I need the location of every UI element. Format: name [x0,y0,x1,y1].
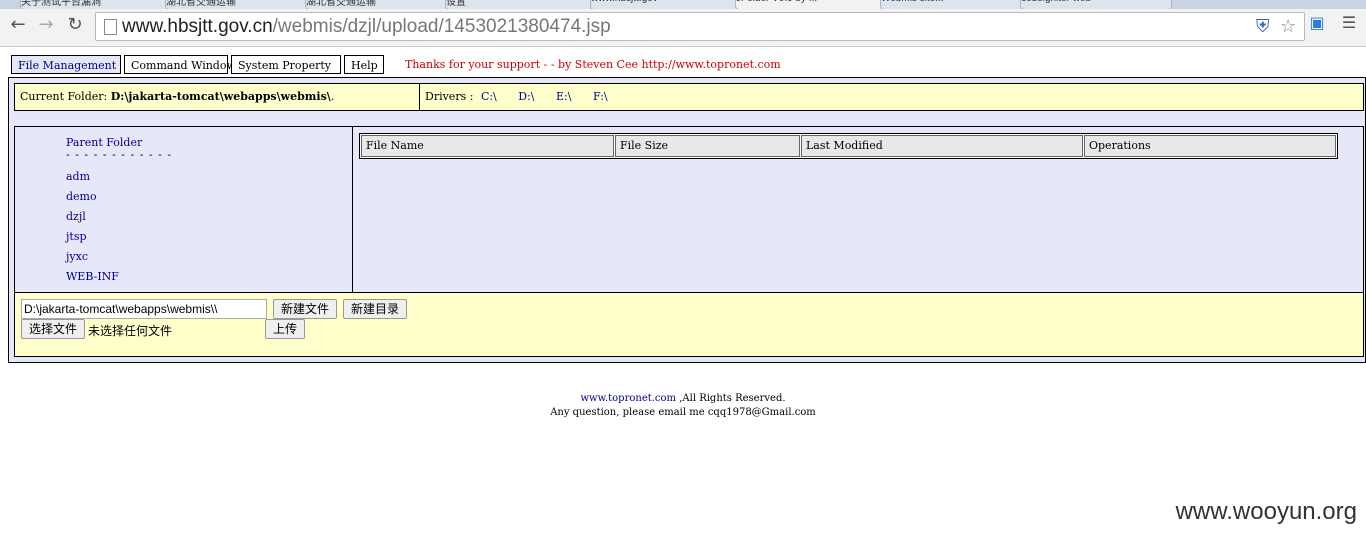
menu-help[interactable]: Help [344,55,384,74]
menu-icon[interactable]: ☰ [1339,13,1359,33]
footer-email: Any question, please email me cqq1978@Gm… [550,407,816,418]
menu-command-window-label: Command Window [131,59,236,72]
page-icon [104,19,117,35]
url-host: www.hbsjtt.gov.cn [122,16,273,37]
drive-d-link[interactable]: D:\ [518,90,534,103]
folder-link[interactable]: jyxc [66,250,88,263]
drivers-label: Drivers : [425,90,474,103]
reload-icon[interactable]: ↻ [63,13,87,37]
folder-link[interactable]: dzjl [66,210,86,223]
address-bar[interactable]: www.hbsjtt.gov.cn/webmis/dzjl/upload/145… [95,12,1305,41]
info-bar: Current Folder: D:\jakarta-tomcat\webapp… [14,83,1364,111]
choose-file-button[interactable]: 选择文件 [21,319,85,339]
forward-icon[interactable]: → [34,13,58,37]
menu-system-property[interactable]: System Property [231,55,341,74]
browser-tab[interactable]: 设置 [445,0,597,9]
drive-e-link[interactable]: E:\ [556,90,571,103]
file-table-header: File Name File Size Last Modified Operat… [359,133,1338,159]
footer-rights: www.topronet.com ,All Rights Reserved. [0,393,1366,404]
watermark: www.wooyun.org [1175,498,1357,525]
browser-tab[interactable]: 关于测试平台漏洞 [20,0,172,9]
address-url[interactable]: www.hbsjtt.gov.cn/webmis/dzjl/upload/145… [122,16,611,38]
drivers: Drivers : C:\ D:\ E:\ F:\ [421,84,608,110]
menu-file-management-label: File Management [18,59,117,72]
folder-tree: Parent Folder - - - - - - - - - - - - ad… [15,127,353,292]
column-file-name: File Name [361,135,614,157]
browser-tab[interactable]: www.hbsjtt.gov [590,0,742,9]
browser-chrome: 关于测试平台漏洞 湖北省交通运输 湖北省交通运输 设置 www.hbsjtt.g… [0,0,1366,47]
browser-tab[interactable]: Webmis site:.. [880,0,1032,9]
footer-rights-text: ,All Rights Reserved. [676,393,786,404]
current-folder-label: Current Folder: [20,90,108,103]
column-operations: Operations [1084,135,1336,157]
folder-link[interactable]: jtsp [66,230,87,243]
new-directory-button[interactable]: 新建目录 [343,299,407,319]
new-file-button[interactable]: 新建文件 [273,299,337,319]
file-operations-form: 新建文件 新建目录 选择文件 未选择任何文件 上传 [15,292,1363,356]
file-browser: Parent Folder - - - - - - - - - - - - ad… [14,126,1364,357]
menu-help-label: Help [351,59,378,72]
drive-c-link[interactable]: C:\ [481,90,497,103]
browser-tab[interactable]: 湖北省交通运输 [165,0,317,9]
browser-tab[interactable]: 湖北省交通运输 [305,0,457,9]
no-file-chosen-text: 未选择任何文件 [88,324,173,338]
menu-file-management[interactable]: File Management [11,55,121,74]
translate-icon[interactable]: ▣ [1307,13,1327,33]
drive-f-link[interactable]: F:\ [593,90,608,103]
thanks-text[interactable]: Thanks for your support - - by Steven Ce… [405,58,781,71]
separator: - - - - - - - - - - - - [66,148,173,161]
column-file-size: File Size [615,135,800,157]
current-folder: Current Folder: D:\jakarta-tomcat\webapp… [15,84,420,110]
bookmark-star-icon[interactable]: ☆ [1280,16,1296,37]
shield-icon[interactable]: ⛨ [1256,16,1270,37]
footer-site-link[interactable]: www.topronet.com [580,393,676,404]
current-folder-suffix: . [330,90,335,103]
menu-command-window[interactable]: Command Window [124,55,236,74]
folder-link[interactable]: demo [66,190,97,203]
upload-button[interactable]: 上传 [265,319,305,339]
column-last-modified: Last Modified [801,135,1083,157]
browser-tab-active[interactable]: JFolder V0.9 by ... [735,0,887,9]
back-icon[interactable]: ← [6,13,30,37]
folder-link[interactable]: WEB-INF [66,270,119,283]
browser-tab[interactable]: codeigniter web [1020,0,1172,9]
url-path: /webmis/dzjl/upload/1453021380474.jsp [272,16,611,37]
current-folder-path: D:\jakarta-tomcat\webapps\webmis\ [110,90,331,103]
tab-strip: 关于测试平台漏洞 湖北省交通运输 湖北省交通运输 设置 www.hbsjtt.g… [0,0,1366,9]
path-input[interactable] [21,299,267,319]
folder-link[interactable]: adm [66,170,90,183]
menu-system-property-label: System Property [238,59,331,72]
